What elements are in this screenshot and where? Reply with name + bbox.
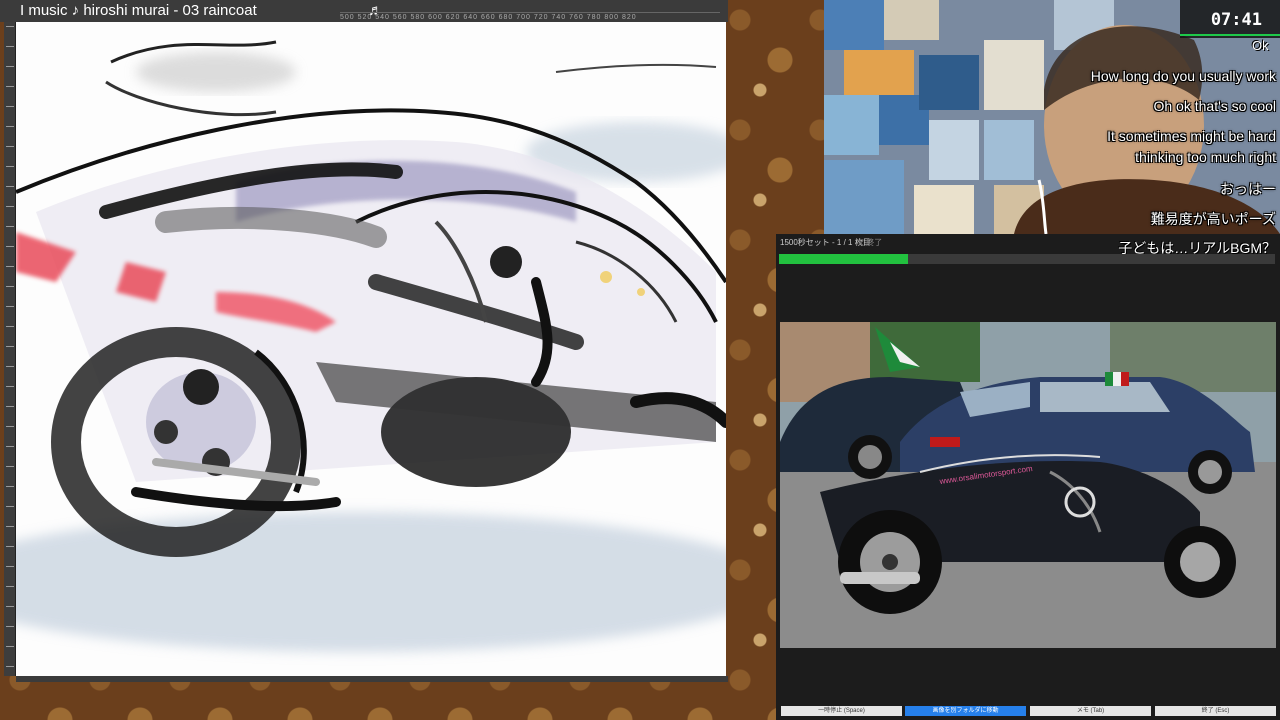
vertical-ruler [4,22,16,676]
chat-message: It sometimes might be hard [1107,128,1276,144]
ruler-tick [6,186,14,187]
music-title: I music ♪ hiroshi murai - 03 raincoat [20,2,257,19]
timer-progress-bar [1180,34,1280,36]
ruler-tick [6,506,14,507]
chat-ok-message: Ok [1252,38,1269,53]
ruler-tick [6,306,14,307]
memo-button[interactable]: メモ (Tab) [1030,706,1151,716]
music-title-bar: I music ♪ hiroshi murai - 03 raincoat ♬ … [0,0,728,22]
chat-message: おっはー [1220,181,1276,197]
ruler-tick [6,26,14,27]
ruler-tick [6,66,14,67]
bottom-wallpaper-strip [0,682,780,720]
session-progress-bar [779,254,1275,264]
ruler-tick [6,426,14,427]
exit-button[interactable]: 終了 (Esc) [1155,706,1276,716]
ruler-tick [6,366,14,367]
drawing-canvas[interactable] [16,22,726,676]
move-image-button[interactable]: 画像を別フォルダに移動 [905,706,1026,716]
ruler-tick [6,126,14,127]
ruler-tick [6,326,14,327]
ruler-tick [6,606,14,607]
reference-viewer-panel: 1500秒セット - 1 / 1 枚目 次 終了 子どもは…リアルBGM？ ww… [776,234,1280,720]
pause-button[interactable]: 一時停止 (Space) [781,706,902,716]
skip-close-label[interactable]: 次 終了 [856,234,882,252]
ruler-tick [6,346,14,347]
ruler-tick [6,286,14,287]
horizontal-ruler: 500 520 540 560 580 600 620 640 660 680 … [340,12,720,22]
ruler-tick [6,106,14,107]
ruler-tick [6,466,14,467]
ruler-tick [6,166,14,167]
ruler-tick [6,46,14,47]
reference-photo: www.orsalimotorsport.com [780,322,1276,648]
chat-message: thinking too much right [1135,149,1276,165]
ruler-tick [6,406,14,407]
ruler-tick [6,386,14,387]
ruler-tick [6,666,14,667]
ruler-tick [6,586,14,587]
ruler-tick [6,206,14,207]
reference-photo-scene: www.orsalimotorsport.com [780,322,1276,648]
ruler-tick [6,266,14,267]
stream-timer: 07:41 [1180,0,1280,38]
chat-message: Oh ok that's so cool [1153,98,1276,114]
ruler-tick [6,566,14,567]
ruler-tick [6,646,14,647]
ruler-tick [6,486,14,487]
chat-message: 難易度が高いポーズ [1150,211,1276,227]
ruler-tick [6,446,14,447]
session-progress-fill [779,254,908,264]
chat-message: How long do you usually work [1090,68,1276,84]
ruler-tick [6,246,14,247]
ruler-tick [6,546,14,547]
ruler-tick [6,226,14,227]
sketch-artwork [16,22,726,676]
ruler-tick [6,526,14,527]
ruler-tick [6,86,14,87]
ruler-tick [6,146,14,147]
ruler-tick [6,626,14,627]
